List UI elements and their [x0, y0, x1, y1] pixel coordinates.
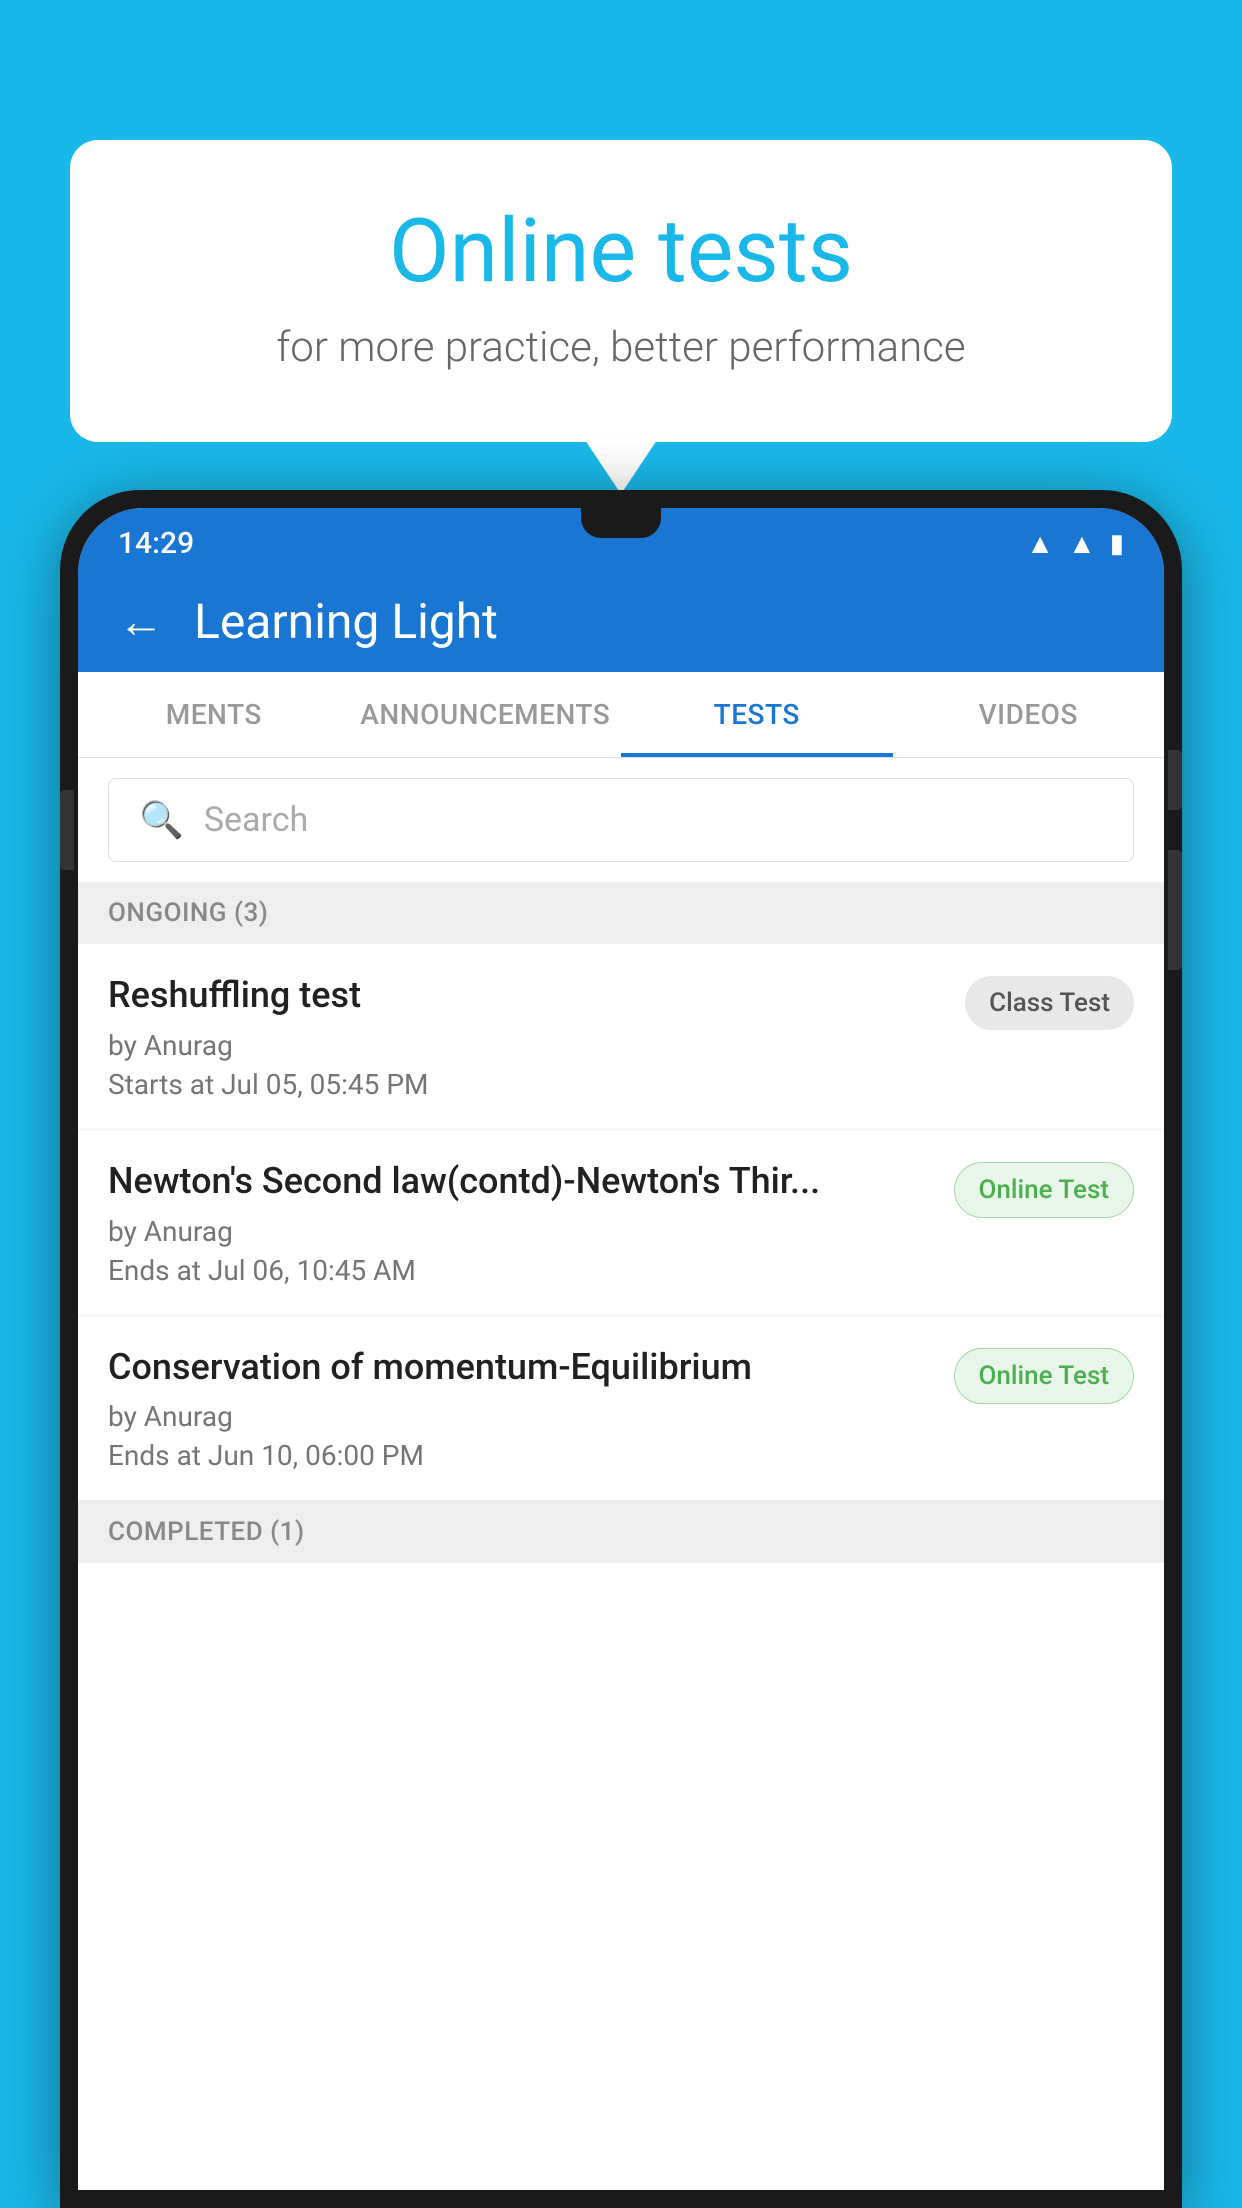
status-time: 14:29 — [118, 526, 194, 561]
back-button[interactable]: ← — [118, 599, 164, 645]
test-name-2: Newton's Second law(contd)-Newton's Thir… — [108, 1158, 934, 1205]
test-date-2: Ends at Jul 06, 10:45 AM — [108, 1254, 934, 1287]
test-name-1: Reshuffling test — [108, 972, 945, 1019]
speech-bubble-container: Online tests for more practice, better p… — [70, 140, 1172, 442]
speech-bubble-title: Online tests — [150, 200, 1092, 303]
list-item[interactable]: Reshuffling test by Anurag Starts at Jul… — [78, 944, 1164, 1130]
test-badge-3: Online Test — [954, 1348, 1135, 1404]
test-info-2: Newton's Second law(contd)-Newton's Thir… — [108, 1158, 934, 1287]
test-badge-2: Online Test — [954, 1162, 1135, 1218]
tab-assignments[interactable]: MENTS — [78, 672, 350, 757]
notch — [581, 508, 661, 538]
speech-bubble: Online tests for more practice, better p… — [70, 140, 1172, 442]
status-bar: 14:29 ▲ ▲ ▮ — [78, 508, 1164, 571]
test-by-1: by Anurag — [108, 1029, 945, 1062]
signal-icon: ▲ — [1068, 527, 1096, 560]
tab-tests[interactable]: TESTS — [621, 672, 893, 757]
search-bar[interactable]: 🔍 Search — [108, 778, 1134, 862]
ongoing-section-header: ONGOING (3) — [78, 882, 1164, 944]
test-by-2: by Anurag — [108, 1215, 934, 1248]
test-list: Reshuffling test by Anurag Starts at Jul… — [78, 944, 1164, 2190]
test-date-1: Starts at Jul 05, 05:45 PM — [108, 1068, 945, 1101]
tab-announcements[interactable]: ANNOUNCEMENTS — [350, 672, 622, 757]
list-item[interactable]: Conservation of momentum-Equilibrium by … — [78, 1316, 1164, 1502]
app-title: Learning Light — [194, 593, 498, 650]
search-container: 🔍 Search — [78, 758, 1164, 882]
app-bar: ← Learning Light — [78, 571, 1164, 672]
side-button-left — [60, 790, 74, 870]
side-button-right-1 — [1168, 750, 1182, 810]
speech-bubble-subtitle: for more practice, better performance — [150, 323, 1092, 372]
test-info-1: Reshuffling test by Anurag Starts at Jul… — [108, 972, 945, 1101]
completed-section-header: COMPLETED (1) — [78, 1501, 1164, 1563]
tab-videos[interactable]: VIDEOS — [893, 672, 1165, 757]
test-badge-1: Class Test — [965, 976, 1134, 1030]
test-date-3: Ends at Jun 10, 06:00 PM — [108, 1439, 934, 1472]
wifi-icon: ▲ — [1026, 527, 1054, 560]
battery-icon: ▮ — [1110, 529, 1124, 559]
test-name-3: Conservation of momentum-Equilibrium — [108, 1344, 934, 1391]
test-by-3: by Anurag — [108, 1400, 934, 1433]
search-icon: 🔍 — [139, 799, 184, 841]
status-icons: ▲ ▲ ▮ — [1026, 527, 1124, 560]
tab-bar: MENTS ANNOUNCEMENTS TESTS VIDEOS — [78, 672, 1164, 758]
search-input[interactable]: Search — [204, 800, 308, 840]
test-info-3: Conservation of momentum-Equilibrium by … — [108, 1344, 934, 1473]
list-item[interactable]: Newton's Second law(contd)-Newton's Thir… — [78, 1130, 1164, 1316]
side-button-right-2 — [1168, 850, 1182, 970]
phone-inner: 14:29 ▲ ▲ ▮ ← Learning Light MENTS ANNOU… — [78, 508, 1164, 2190]
phone-frame: 14:29 ▲ ▲ ▮ ← Learning Light MENTS ANNOU… — [60, 490, 1182, 2208]
